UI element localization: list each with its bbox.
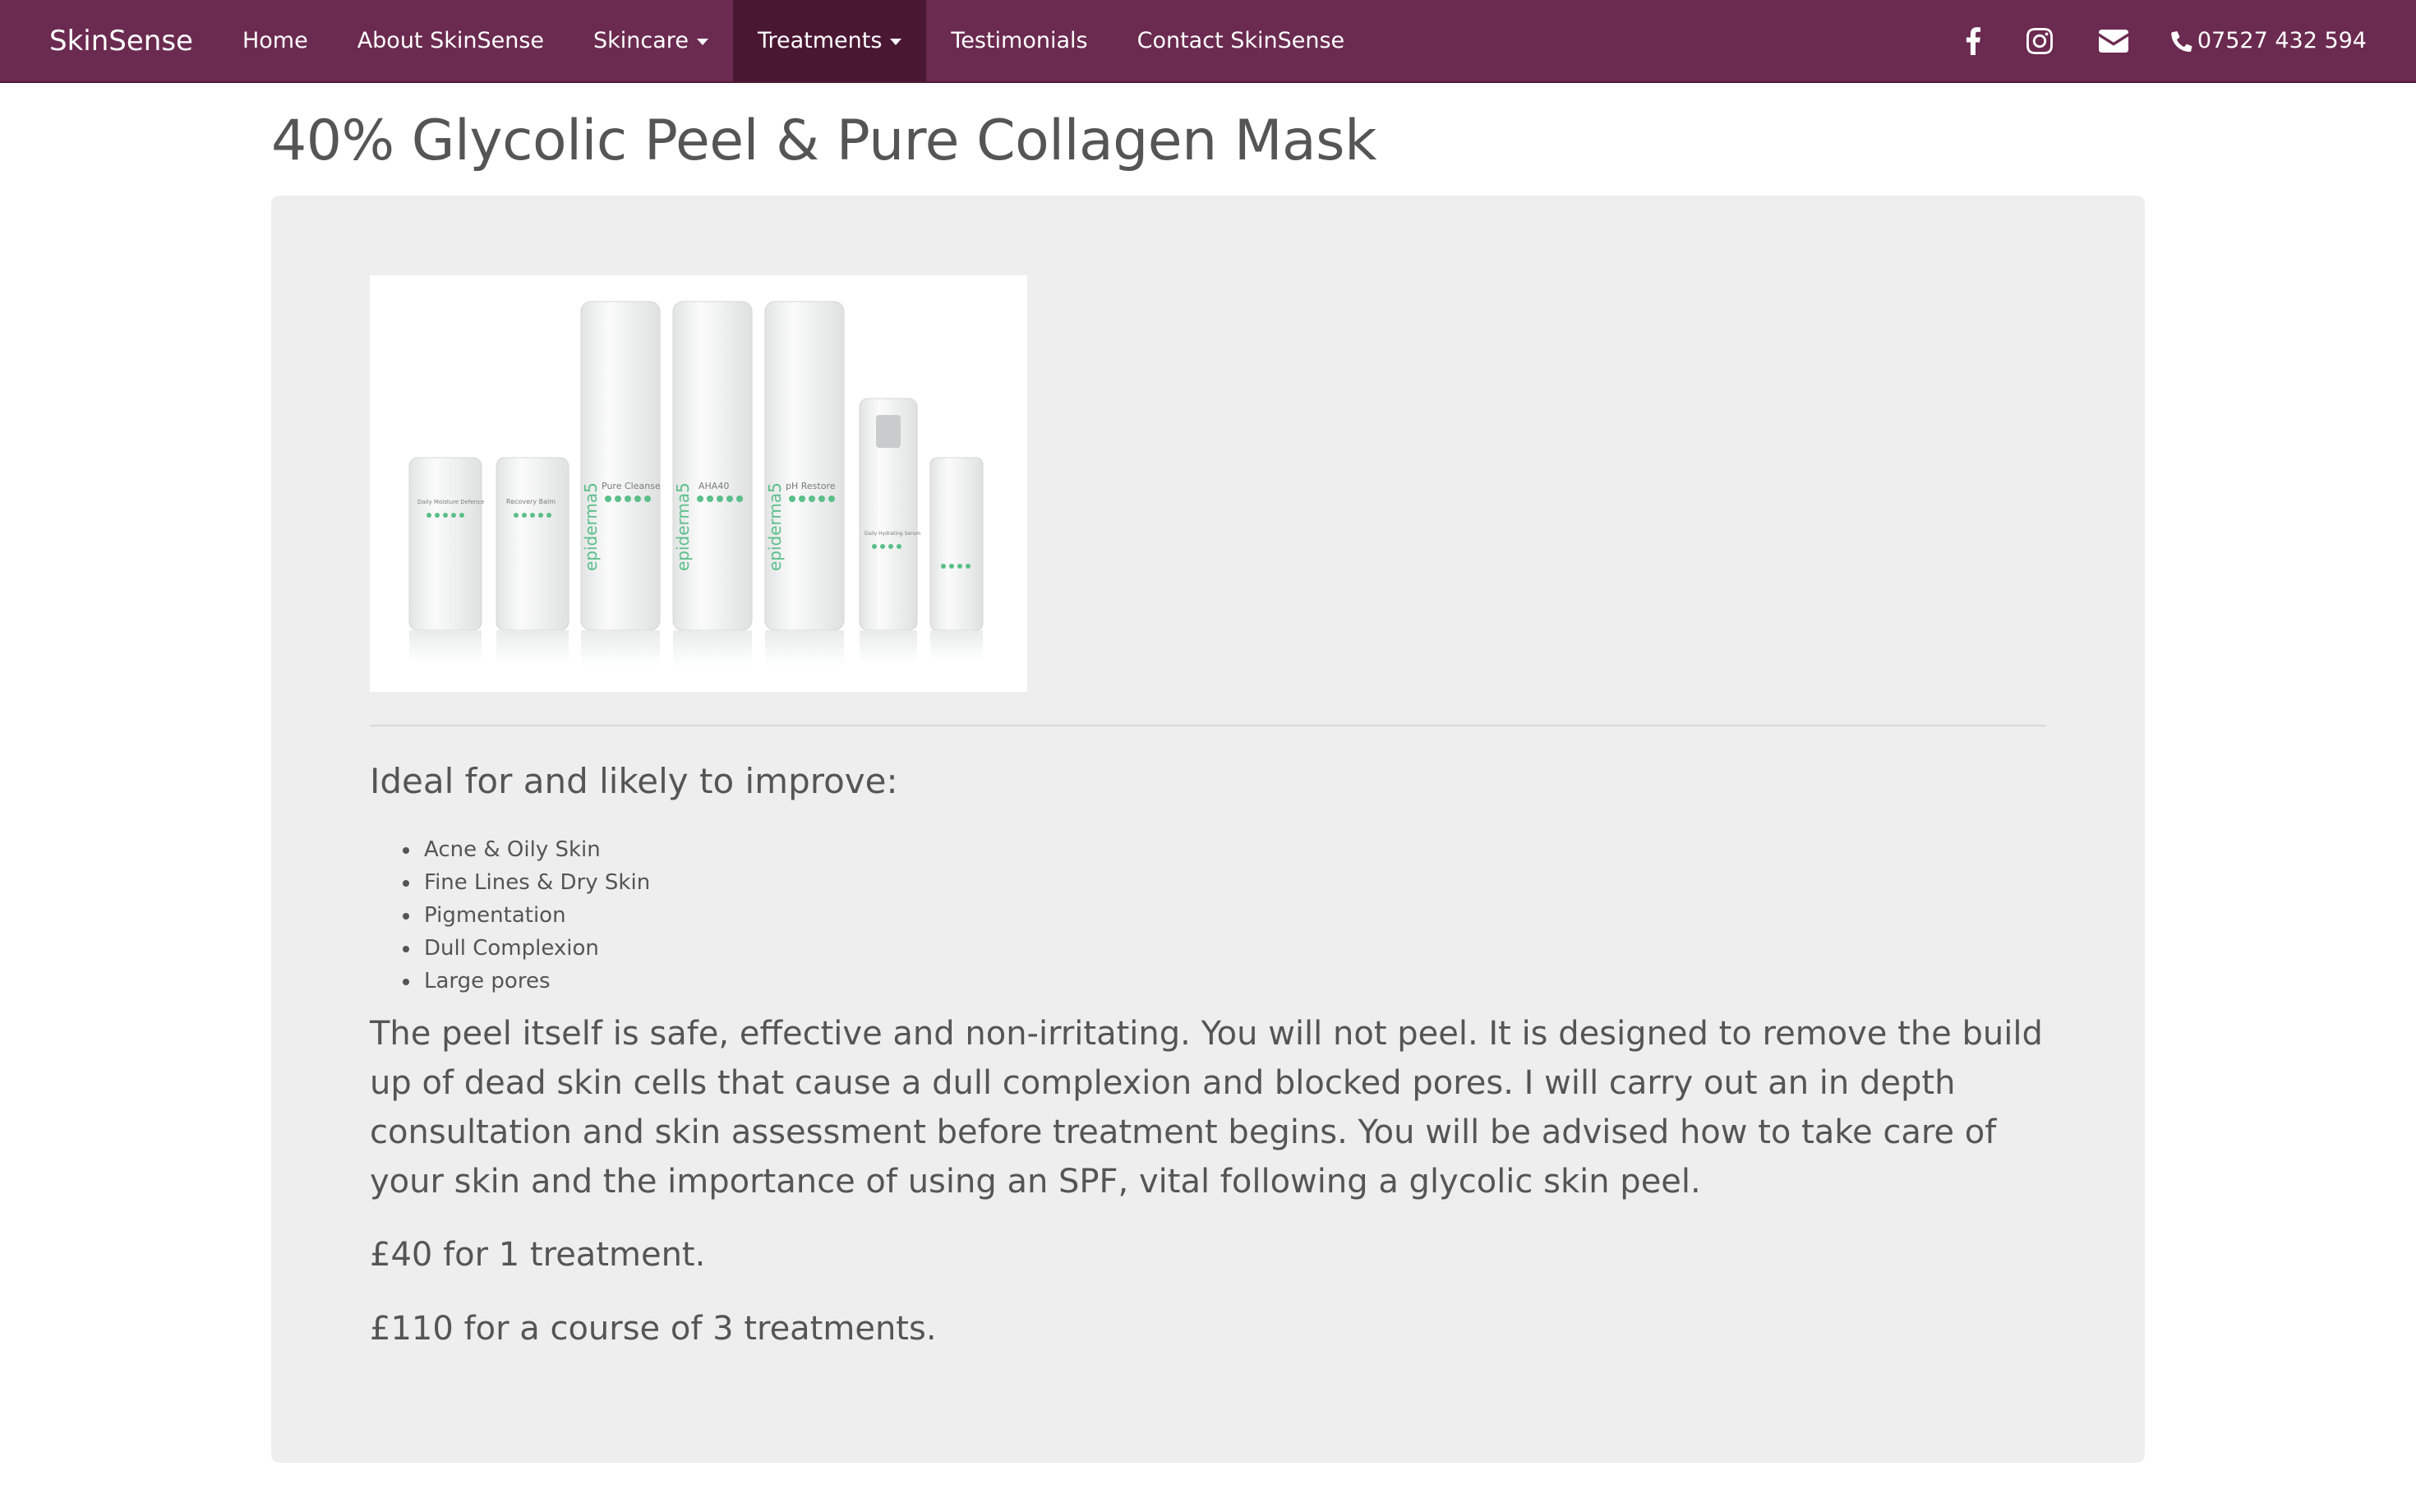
email-link[interactable] [2076, 0, 2151, 81]
nav-skincare-label: Skincare [593, 28, 689, 53]
product-label-hydrating-serum: Daily Hydrating Serum [865, 531, 920, 537]
product-label-pure-cleanse: Pure Cleanse [602, 481, 661, 491]
list-item: Dull Complexion [403, 932, 650, 965]
brand-logo[interactable]: SkinSense [49, 0, 193, 81]
treatment-description: The peel itself is safe, effective and n… [370, 1015, 2043, 1201]
list-item: Large pores [403, 965, 650, 998]
top-navbar: SkinSense Home About SkinSense Skincare … [0, 0, 2416, 83]
product-label-aha40: AHA40 [699, 481, 729, 491]
product-label-ph-restore: pH Restore [786, 481, 836, 491]
nav-contact-label: Contact SkinSense [1137, 28, 1345, 53]
nav-testimonials[interactable]: Testimonials [926, 0, 1112, 81]
nav-about-label: About SkinSense [357, 28, 545, 53]
price-course: £110 for a course of 3 treatments. [370, 1310, 937, 1348]
caret-down-icon [696, 38, 708, 45]
product-brand-text-1: epiderma5 [581, 482, 601, 571]
treatment-panel: epiderma5 epiderma5 epiderma5 Pure Clean… [271, 196, 2145, 1463]
product-brand-text-3: epiderma5 [765, 482, 785, 571]
facebook-icon [1966, 26, 1980, 55]
caret-down-icon [890, 38, 902, 45]
product-brand-text-2: epiderma5 [673, 482, 693, 571]
phone-link[interactable]: 07527 432 594 [2151, 0, 2416, 81]
envelope-icon [2098, 29, 2128, 53]
benefits-heading: Ideal for and likely to improve: [370, 761, 898, 801]
list-item: Fine Lines & Dry Skin [403, 866, 650, 899]
nav-home-label: Home [242, 28, 308, 53]
facebook-link[interactable] [1943, 0, 2003, 81]
instagram-icon [2026, 27, 2053, 54]
nav-right-group: 07527 432 594 [1943, 0, 2416, 81]
product-bottles-illustration: epiderma5 epiderma5 epiderma5 Pure Clean… [408, 301, 984, 666]
nav-treatments-dropdown[interactable]: Treatments [732, 0, 927, 81]
product-label-daily-moisture: Daily Moisture Defence [417, 499, 484, 505]
nav-testimonials-label: Testimonials [951, 28, 1088, 53]
phone-number: 07527 432 594 [2197, 28, 2367, 53]
section-divider [370, 725, 2046, 726]
benefits-list: Acne & Oily Skin Fine Lines & Dry Skin P… [403, 833, 650, 998]
product-image: epiderma5 epiderma5 epiderma5 Pure Clean… [370, 275, 1027, 692]
nav-home[interactable]: Home [218, 0, 333, 81]
product-label-recovery-balm: Recovery Balm [506, 498, 556, 505]
nav-about[interactable]: About SkinSense [333, 0, 569, 81]
list-item: Acne & Oily Skin [403, 833, 650, 866]
nav-menu: Home About SkinSense Skincare Treatments… [218, 0, 1369, 81]
list-item: Pigmentation [403, 899, 650, 932]
price-single: £40 for 1 treatment. [370, 1236, 706, 1274]
nav-treatments-label: Treatments [757, 28, 883, 53]
page-title: 40% Glycolic Peel & Pure Collagen Mask [271, 108, 1376, 173]
nav-skincare-dropdown[interactable]: Skincare [569, 0, 733, 81]
instagram-link[interactable] [2003, 0, 2076, 81]
phone-icon [2171, 30, 2192, 52]
nav-contact[interactable]: Contact SkinSense [1113, 0, 1370, 81]
